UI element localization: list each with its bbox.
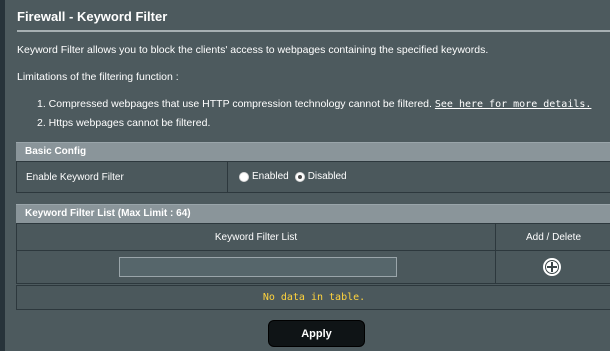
enabled-radio-label[interactable]: Enabled	[252, 171, 289, 182]
add-keyword-button[interactable]	[543, 258, 561, 276]
limitations-heading: Limitations of the filtering function :	[17, 71, 179, 83]
page-title: Firewall - Keyword Filter	[17, 9, 168, 24]
column-divider	[495, 251, 496, 283]
disabled-radio-label[interactable]: Disabled	[308, 171, 347, 182]
row-divider	[227, 162, 228, 192]
no-data-message: No data in table.	[262, 292, 366, 303]
keyword-filter-panel: Firewall - Keyword Filter Keyword Filter…	[5, 0, 610, 351]
limitation-item-1: 1. Compressed webpages that use HTTP com…	[37, 98, 591, 110]
keyword-list-header: Keyword Filter List (Max Limit : 64)	[16, 204, 610, 223]
apply-button[interactable]: Apply	[268, 320, 365, 347]
column-add-delete: Add / Delete	[525, 232, 582, 243]
enabled-radio[interactable]	[239, 171, 249, 182]
keyword-input[interactable]	[119, 257, 397, 277]
enable-keyword-filter-label: Enable Keyword Filter	[26, 172, 124, 183]
keyword-list-title: Keyword Filter List (Max Limit : 64)	[25, 208, 191, 219]
basic-config-header: Basic Config	[16, 142, 610, 161]
plus-icon-vertical	[551, 262, 553, 272]
see-details-link[interactable]: See here for more details.	[435, 99, 592, 110]
disabled-radio[interactable]	[294, 171, 305, 182]
enable-radio-group: Enabled Disabled	[239, 171, 353, 182]
basic-config-title: Basic Config	[25, 146, 87, 157]
keyword-input-row	[16, 250, 610, 284]
column-keyword-filter-list: Keyword Filter List	[214, 232, 298, 243]
limitation-item-2: 2. Https webpages cannot be filtered.	[37, 117, 211, 129]
title-divider	[17, 30, 610, 32]
empty-table-row: No data in table.	[16, 285, 610, 310]
limitation-item-1-text: 1. Compressed webpages that use HTTP com…	[37, 98, 432, 110]
page-description: Keyword Filter allows you to block the c…	[17, 44, 489, 56]
keyword-table-header-row: Keyword Filter List Add / Delete	[16, 223, 610, 251]
enable-keyword-filter-row: Enable Keyword Filter Enabled Disabled	[16, 161, 610, 193]
